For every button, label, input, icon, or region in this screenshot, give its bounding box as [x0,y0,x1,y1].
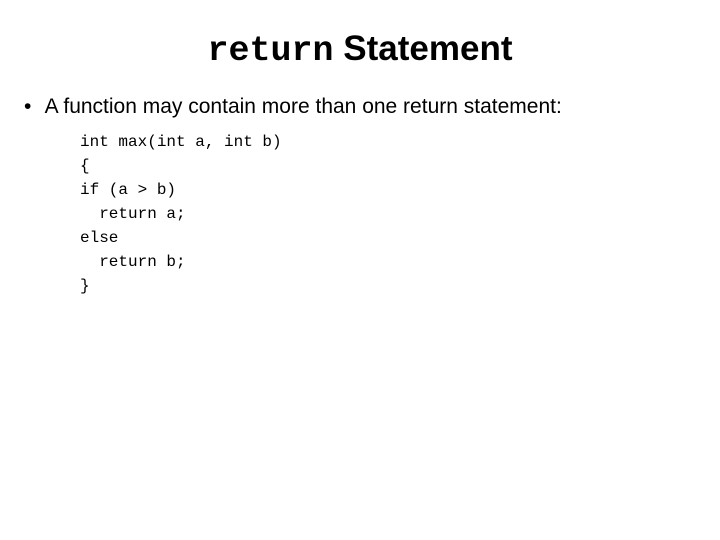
code-line-6: return b; [80,253,186,271]
title-keyword: return [208,31,334,71]
bullet-item: • A function may contain more than one r… [24,93,696,120]
code-line-1: int max(int a, int b) [80,133,282,151]
code-line-3: if (a > b) [80,181,176,199]
slide: return Statement • A function may contai… [0,0,720,540]
code-line-5: else [80,229,118,247]
slide-title: return Statement [24,30,696,71]
code-block: int max(int a, int b) { if (a > b) retur… [80,130,696,298]
code-line-7: } [80,277,90,295]
title-rest: Statement [334,29,513,68]
code-line-4: return a; [80,205,186,223]
code-line-2: { [80,157,90,175]
bullet-text: A function may contain more than one ret… [40,95,562,118]
bullet-marker: • [24,93,40,120]
